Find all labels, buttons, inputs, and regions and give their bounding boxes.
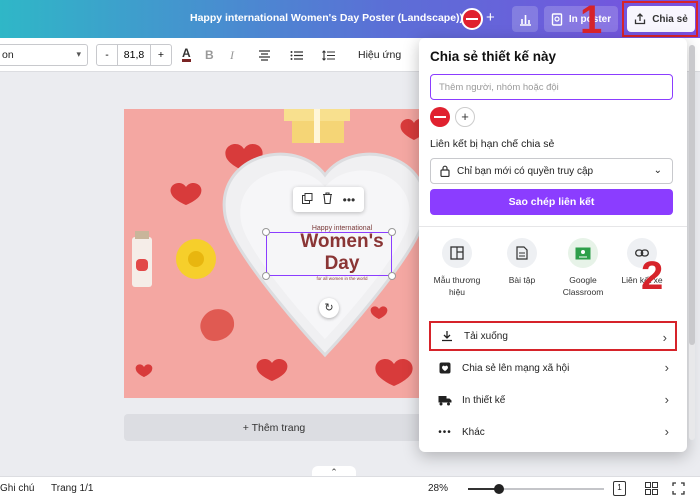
- brand-template-option[interactable]: Mẫu thương hiệu: [427, 238, 487, 298]
- notes-button[interactable]: Ghi chú: [0, 483, 34, 494]
- red-decoration-image: [200, 309, 235, 341]
- small-heart: [256, 358, 288, 381]
- download-label: Tải xuống: [464, 330, 508, 342]
- print-design-row[interactable]: In thiết kế ›: [429, 385, 677, 415]
- effects-button[interactable]: Hiệu ứng: [358, 49, 401, 61]
- resize-handle[interactable]: [262, 272, 270, 280]
- share-panel-scrollbar[interactable]: [689, 45, 695, 440]
- text-color-button[interactable]: A: [182, 47, 191, 62]
- link-access-label: Liên kết bị hạn chế chia sẻ: [430, 138, 555, 150]
- grid-view-icon[interactable]: [645, 482, 658, 498]
- bold-button[interactable]: B: [205, 48, 214, 62]
- link-access-select[interactable]: Chỉ bạn mới có quyền truy cập ⌄: [430, 158, 673, 184]
- small-heart: [375, 358, 413, 386]
- share-panel-title: Chia sẻ thiết kế này: [430, 49, 557, 64]
- add-page-button[interactable]: + Thêm trang: [124, 414, 424, 441]
- more-options-icon[interactable]: •••: [343, 193, 356, 207]
- zoom-slider[interactable]: [468, 484, 604, 494]
- small-heart: [370, 306, 388, 319]
- lock-icon: [440, 165, 450, 180]
- small-heart: [170, 182, 202, 205]
- bar-chart-icon: [519, 14, 531, 26]
- print-design-label: In thiết kế: [462, 394, 506, 406]
- truck-icon: [437, 395, 453, 406]
- analytics-button[interactable]: [512, 6, 538, 32]
- scrollbar-thumb[interactable]: [689, 45, 695, 345]
- step-2-annotation: 2: [641, 254, 664, 298]
- trash-icon[interactable]: [322, 192, 333, 207]
- font-family-value: on: [2, 49, 14, 61]
- pages-view-icon[interactable]: 1: [613, 481, 626, 496]
- resize-handle[interactable]: [388, 228, 396, 236]
- flower-image: [176, 239, 216, 279]
- share-social-row[interactable]: Chia sẻ lên mạng xã hội ›: [429, 353, 677, 383]
- align-center-icon[interactable]: [258, 50, 271, 64]
- chevron-right-icon: ›: [662, 330, 667, 345]
- invite-people-input[interactable]: Thêm người, nhóm hoặc đội: [430, 74, 673, 100]
- document-title[interactable]: Happy international Women's Day Poster (…: [190, 12, 463, 24]
- font-size-increase-button[interactable]: +: [151, 45, 171, 65]
- chevron-down-icon: ⌄: [653, 165, 662, 176]
- chevron-right-icon: ›: [664, 424, 669, 439]
- template-icon: [442, 238, 472, 268]
- add-people-button[interactable]: +: [486, 9, 495, 26]
- selection-box[interactable]: [266, 232, 392, 276]
- homework-label: Bài tập: [508, 275, 536, 285]
- font-size-decrease-button[interactable]: -: [97, 45, 117, 65]
- classroom-icon: [568, 238, 598, 268]
- duplicate-icon[interactable]: [301, 192, 313, 207]
- more-label: Khác: [462, 426, 485, 438]
- add-member-button[interactable]: +: [455, 107, 475, 127]
- font-size-stepper: - 81,8 +: [96, 44, 172, 66]
- brand-template-label: Mẫu thương hiệu: [433, 275, 481, 297]
- fullscreen-icon[interactable]: [672, 482, 685, 498]
- download-row[interactable]: Tải xuống ›: [429, 321, 677, 351]
- share-panel: Chia sẻ thiết kế này Thêm người, nhóm ho…: [419, 38, 687, 452]
- download-icon: [439, 330, 455, 342]
- font-size-input[interactable]: 81,8: [117, 45, 151, 65]
- more-icon: •••: [438, 426, 452, 438]
- chevron-right-icon: ›: [664, 360, 669, 375]
- chevron-down-icon: ▾: [76, 49, 81, 59]
- share-social-label: Chia sẻ lên mạng xã hội: [462, 362, 570, 374]
- zoom-level[interactable]: 28%: [428, 483, 448, 494]
- step-1-annotation: 1: [580, 0, 603, 42]
- zoom-slider-handle[interactable]: [494, 484, 505, 494]
- resize-handle[interactable]: [262, 228, 270, 236]
- copy-link-button[interactable]: Sao chép liên kết: [430, 189, 673, 215]
- chevron-right-icon: ›: [664, 392, 669, 407]
- divider: [419, 226, 687, 227]
- print-icon: [551, 12, 563, 26]
- page-count[interactable]: Trang 1/1: [51, 483, 93, 494]
- more-row[interactable]: ••• Khác ›: [429, 417, 677, 447]
- gift-box-image: [284, 109, 350, 143]
- heart-icon: [437, 362, 453, 374]
- google-classroom-option[interactable]: Google Classroom: [553, 238, 613, 298]
- homework-option[interactable]: Bài tập: [492, 238, 552, 286]
- rotate-handle-icon[interactable]: ↻: [319, 298, 339, 318]
- bottle-image: [132, 231, 152, 287]
- homework-icon: [507, 238, 537, 268]
- share-highlight-box: [622, 1, 698, 37]
- google-classroom-label: Google Classroom: [562, 275, 604, 297]
- resize-handle[interactable]: [388, 272, 396, 280]
- font-family-select[interactable]: on ▾: [0, 44, 88, 66]
- list-icon[interactable]: [290, 50, 303, 64]
- line-spacing-icon[interactable]: [322, 50, 335, 64]
- small-heart: [135, 364, 153, 377]
- italic-button[interactable]: I: [230, 48, 234, 63]
- tagline-text[interactable]: for all women in the world: [288, 276, 396, 281]
- user-avatar[interactable]: [461, 8, 483, 30]
- member-avatar[interactable]: [430, 107, 450, 127]
- link-access-value: Chỉ bạn mới có quyền truy cập: [457, 166, 594, 177]
- element-context-menu: •••: [293, 187, 364, 212]
- footer-bar: Ghi chú Trang 1/1 28% 1: [0, 476, 700, 500]
